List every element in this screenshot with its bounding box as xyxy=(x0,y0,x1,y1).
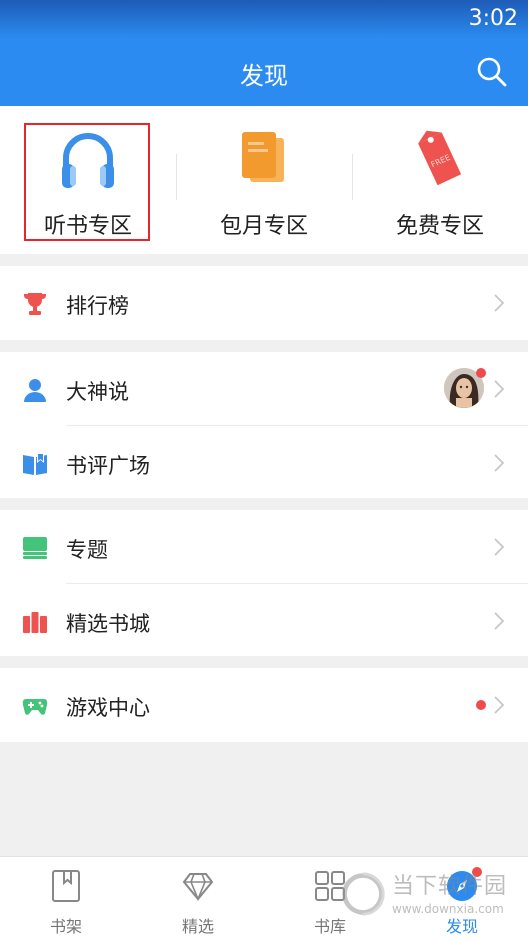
menu-item-label: 大神说 xyxy=(66,380,129,404)
menu-item-bookstore[interactable]: 精选书城 xyxy=(0,584,528,658)
menu-item-book-reviews[interactable]: 书评广场 xyxy=(0,426,528,500)
menu-item-label: 专题 xyxy=(66,538,108,562)
chevron-right-icon xyxy=(494,612,504,630)
tab-label: 书架 xyxy=(49,917,82,936)
books-icon xyxy=(242,132,284,182)
page-title: 发现 xyxy=(240,62,288,90)
chevron-right-icon xyxy=(494,696,504,714)
notification-dot xyxy=(476,368,486,378)
menu-group: 大神说 书评广场 xyxy=(0,352,528,498)
menu-item-label: 游戏中心 xyxy=(66,696,150,720)
menu-item-topics[interactable]: 专题 xyxy=(0,510,528,584)
menu-item-masters[interactable]: 大神说 xyxy=(0,352,528,426)
quick-entry-label: 免费专区 xyxy=(395,214,484,239)
menu-item-label: 精选书城 xyxy=(66,612,150,636)
tab-label: 精选 xyxy=(181,917,214,936)
menu-item-label: 书评广场 xyxy=(66,454,150,478)
quick-entry-label: 包月专区 xyxy=(219,214,308,239)
watermark-logo xyxy=(342,872,385,916)
menu-group: 排行榜 xyxy=(0,266,528,340)
app-bar: 发现 xyxy=(0,38,528,106)
topic-icon xyxy=(23,537,47,559)
trophy-icon xyxy=(24,293,46,315)
status-bar: 3:02 xyxy=(0,0,528,38)
highlight-box xyxy=(24,123,150,241)
menu-item-label: 排行榜 xyxy=(66,294,129,318)
search-icon[interactable] xyxy=(476,56,508,88)
menu-group: 专题 精选书城 xyxy=(0,510,528,656)
watermark-url: www.downxia.com xyxy=(392,902,504,916)
gamepad-icon xyxy=(22,699,48,715)
chevron-right-icon xyxy=(494,294,504,312)
status-time: 3:02 xyxy=(468,6,518,31)
diamond-icon xyxy=(182,873,214,902)
quick-entry-monthly[interactable]: 包月专区 xyxy=(176,106,352,254)
tab-bookshelf[interactable]: 书架 xyxy=(0,857,132,941)
notification-dot xyxy=(476,700,486,710)
menu-item-game-center[interactable]: 游戏中心 xyxy=(0,668,528,742)
menu-item-ranking[interactable]: 排行榜 xyxy=(0,266,528,340)
chevron-right-icon xyxy=(494,380,504,398)
menu-group: 游戏中心 xyxy=(0,668,528,742)
bookshelf-icon xyxy=(23,612,47,633)
chevron-right-icon xyxy=(494,454,504,472)
watermark: 当下软件园 www.downxia.com xyxy=(340,866,528,926)
bookmark-book-icon xyxy=(52,870,80,902)
person-icon xyxy=(24,379,46,402)
watermark-name: 当下软件园 xyxy=(392,874,508,899)
tab-featured[interactable]: 精选 xyxy=(132,857,264,941)
quick-entries: 听书专区 包月专区 FREE 免费专区 xyxy=(0,106,528,254)
quick-entry-free[interactable]: FREE 免费专区 xyxy=(352,106,528,254)
free-tag-icon: FREE xyxy=(418,130,462,186)
chevron-right-icon xyxy=(494,538,504,556)
book-review-icon xyxy=(23,453,47,475)
